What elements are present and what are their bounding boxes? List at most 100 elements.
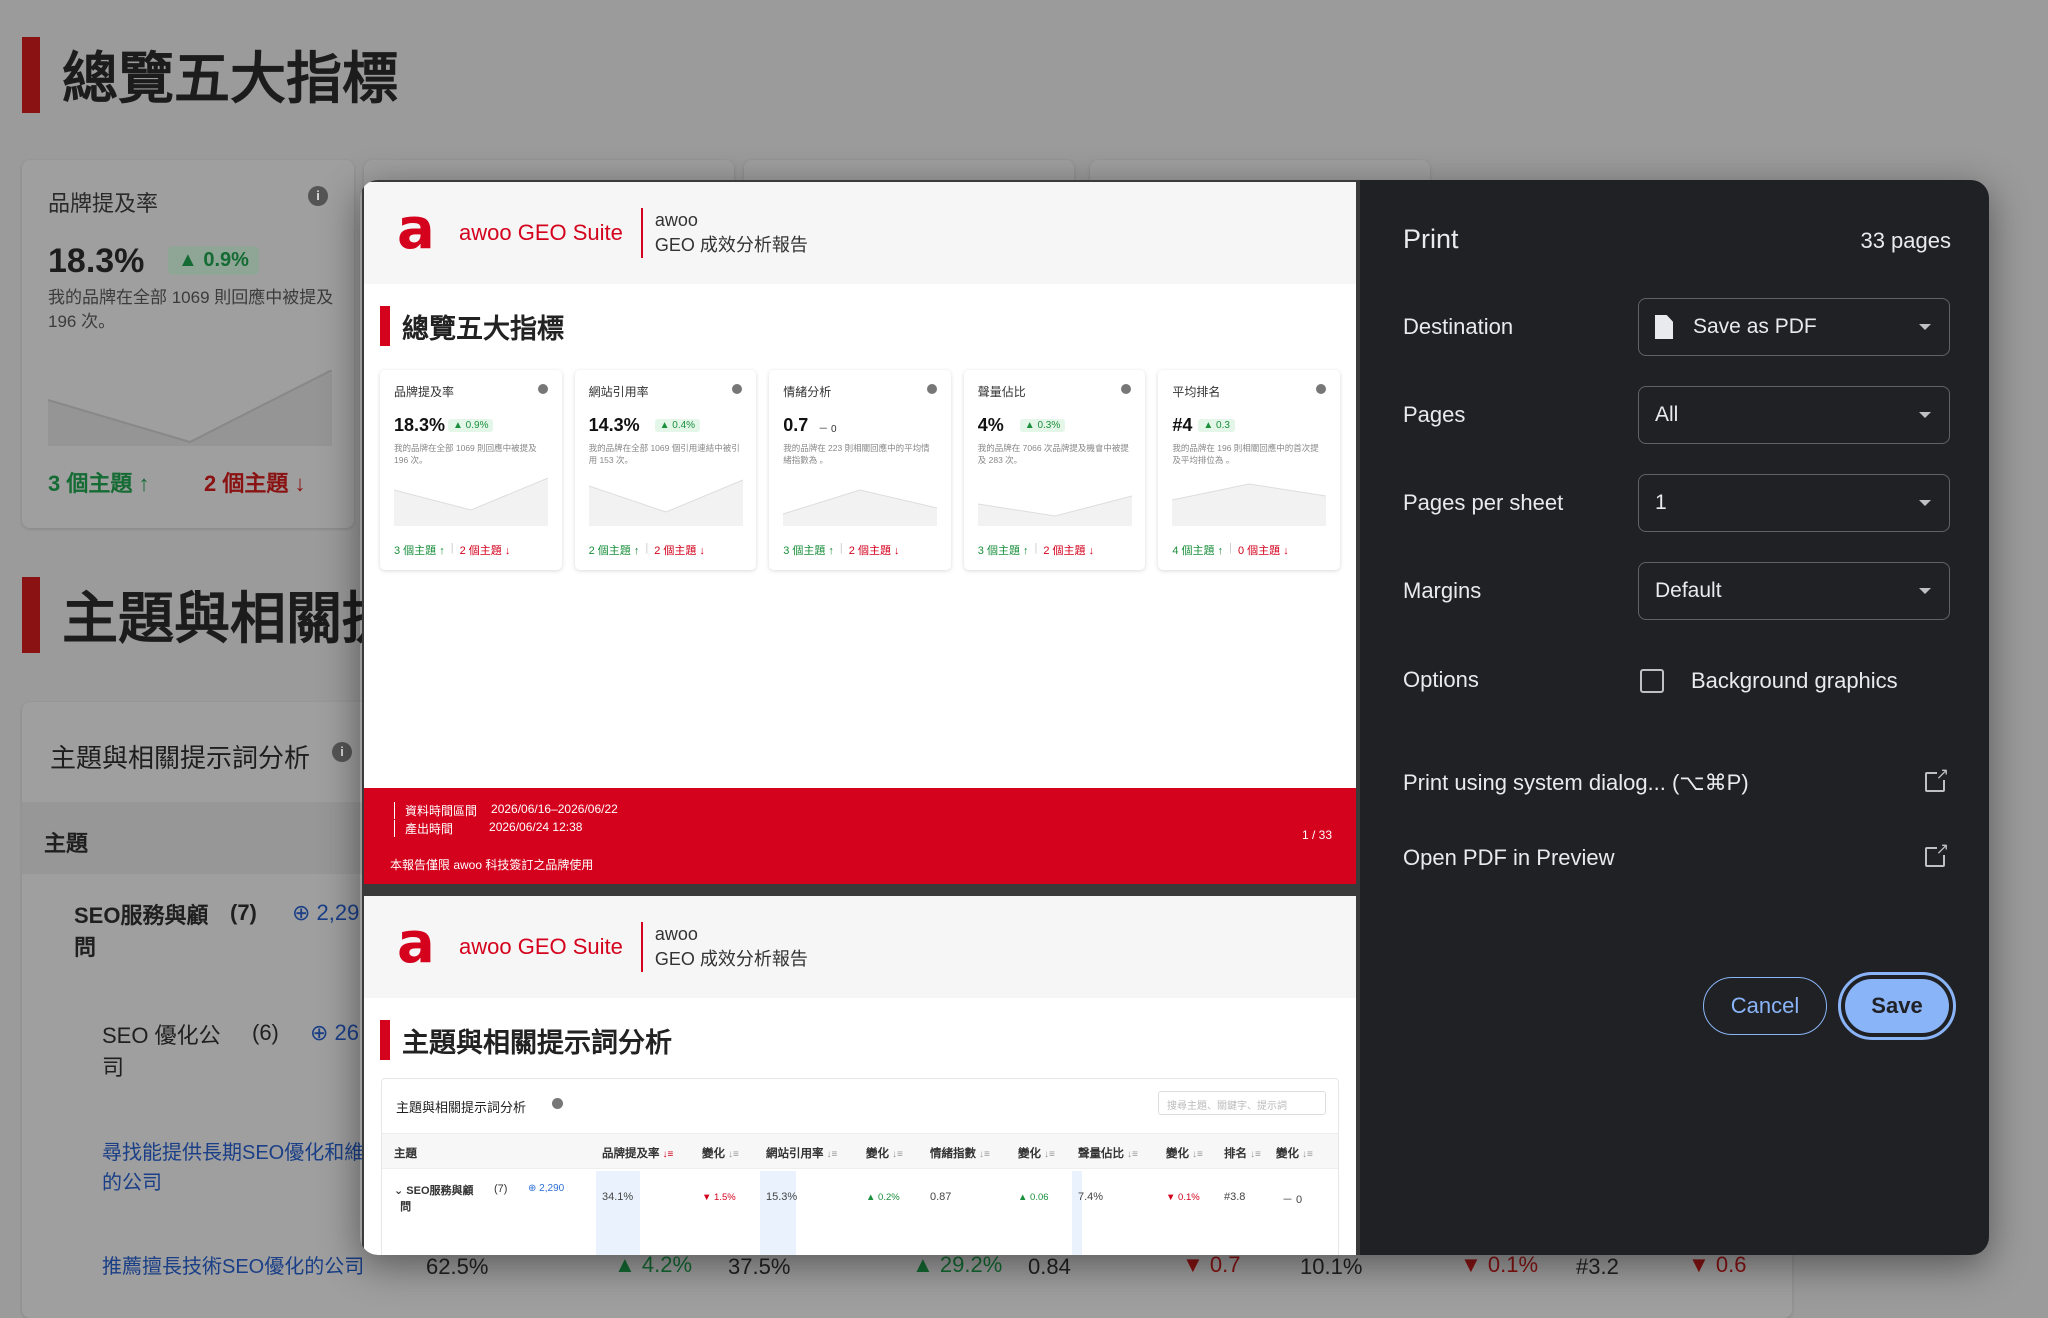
table-search-input: 搜尋主題、關鍵字、提示詞: [1158, 1091, 1326, 1115]
topic-count: (7): [494, 1183, 508, 1195]
topic-row-seo-services[interactable]: SEO服務與顧問: [74, 900, 208, 964]
print-dialog: a awoo GEO Suite awoo GEO 成效分析報告 總覽五大指標 …: [360, 180, 1989, 1255]
up-topics: 3 個主題 ↑: [783, 545, 834, 557]
prompt-link-2[interactable]: 推薦擅長技術SEO優化的公司: [102, 1252, 364, 1282]
cell-value: 37.5%: [728, 1254, 791, 1279]
section-title-overview: 總覽五大指標: [22, 34, 398, 115]
topic-count: (6): [252, 1020, 279, 1045]
table-cell: ▼ 1.5%: [702, 1192, 736, 1203]
page-number: 1 / 33: [1301, 828, 1332, 842]
column-header: 變化: [1276, 1148, 1299, 1160]
metric-change-badge: ▲ 0.9%: [168, 246, 259, 275]
cell-change: ▼ 0.6: [1688, 1252, 1747, 1277]
column-header: 變化: [702, 1148, 725, 1160]
cell-change: ▼ 0.1%: [1460, 1252, 1539, 1277]
metric-card-site-citation: 網站引用率 14.3% ▲ 0.4% 我的品牌在全部 1069 個引用連結中被引…: [574, 370, 757, 570]
cell-change: ▲ 29.2%: [912, 1252, 1003, 1277]
table-cell: 34.1%: [602, 1191, 634, 1203]
footer-range-label: 資料時間區間: [394, 802, 477, 819]
report-subtitle: awoo GEO 成效分析報告: [654, 210, 808, 255]
table-cell: ▲ 0.06: [1018, 1192, 1049, 1203]
down-topics: 2 個主題 ↓: [459, 545, 511, 557]
table-title: 主題與相關提示詞分析: [396, 1100, 527, 1115]
info-icon: [552, 1098, 563, 1109]
chevron-down-icon: [1919, 324, 1931, 330]
background-graphics-label[interactable]: Background graphics: [1691, 668, 1898, 694]
destination-label: Destination: [1403, 314, 1514, 339]
open-external-icon[interactable]: [1925, 764, 1949, 792]
column-header: 變化: [1018, 1148, 1041, 1160]
table-cell: 7.4%: [1078, 1191, 1104, 1203]
table-cell: 0.87: [930, 1191, 952, 1203]
column-header: 情緒指數: [930, 1148, 976, 1160]
page-count: 33 pages: [1860, 228, 1951, 253]
pages-per-sheet-value: 1: [1655, 491, 1667, 514]
report-header: a awoo GEO Suite awoo GEO 成效分析報告: [364, 896, 1356, 998]
table-cell: #3.8: [1224, 1191, 1246, 1203]
metric-value: 18.3%: [394, 415, 446, 435]
metric-cards: 品牌提及率 18.3% ▲ 0.9% 我的品牌在全部 1069 則回應中被提及 …: [380, 370, 1340, 570]
metric-up-topics[interactable]: 3 個主題 ↑: [48, 466, 149, 498]
topic-count: (7): [230, 900, 257, 925]
column-header: 排名: [1224, 1148, 1247, 1160]
metric-label: 網站引用率: [588, 385, 649, 399]
table-cell: ▼ 0.1%: [1166, 1192, 1200, 1203]
up-topics: 3 個主題 ↑: [977, 545, 1029, 557]
destination-select[interactable]: Save as PDF: [1638, 298, 1950, 356]
info-icon[interactable]: i: [332, 742, 352, 762]
page-title: 總覽五大指標: [380, 306, 1356, 346]
print-preview-pane[interactable]: a awoo GEO Suite awoo GEO 成效分析報告 總覽五大指標 …: [362, 180, 1360, 1255]
up-topics: 4 個主題 ↑: [1172, 545, 1224, 557]
report-subtitle: awoo GEO 成效分析報告: [654, 924, 808, 969]
print-settings-panel: Print 33 pages Destination Save as PDF P…: [1360, 180, 1989, 1255]
table-cell: ▲ 0.2%: [866, 1192, 900, 1203]
info-icon[interactable]: i: [308, 186, 328, 206]
metric-label: 平均排名: [1172, 385, 1221, 399]
save-button-label: Save: [1845, 979, 1949, 1033]
cell-change: ▼ 0.7: [1182, 1252, 1241, 1277]
column-header: 主題: [394, 1148, 417, 1160]
margins-select[interactable]: Default: [1638, 562, 1950, 620]
cell-value: 0.84: [1028, 1254, 1071, 1279]
options-label: Options: [1403, 667, 1479, 692]
metric-down-topics[interactable]: 2 個主題 ↓: [204, 466, 305, 498]
column-header: 變化: [1166, 1148, 1189, 1160]
pages-per-sheet-select[interactable]: 1: [1638, 474, 1950, 532]
down-topics: 2 個主題 ↓: [654, 545, 705, 557]
table-header: 主題 品牌提及率 ↓≡ 變化 ↓≡ 網站引用率 ↓≡ 變化 ↓≡ 情緒指數 ↓≡ 變化 ↓≡…: [382, 1133, 1338, 1169]
metric-change-badge: － 0: [818, 424, 837, 435]
pages-select[interactable]: All: [1638, 386, 1950, 444]
footer-range-value: 2026/06/16–2026/06/22: [491, 802, 618, 816]
column-header: 變化: [866, 1148, 889, 1160]
cancel-button[interactable]: Cancel: [1703, 977, 1827, 1035]
system-dialog-link[interactable]: Print using system dialog... (⌥⌘P): [1403, 770, 1749, 796]
topic-table-card: 主題與相關提示詞分析 搜尋主題、關鍵字、提示詞 主題 品牌提及率 ↓≡ 變化 ↓≡ …: [381, 1078, 1339, 1255]
metric-card-share-of-voice: 聲量佔比 4% ▲ 0.3% 我的品牌在 7066 次品牌提及機會中被提及 28…: [963, 370, 1146, 570]
metric-label: 品牌提及率: [48, 191, 159, 216]
table-cell: 15.3%: [766, 1191, 798, 1203]
print-title: Print: [1403, 224, 1459, 254]
metric-card: 品牌提及率 i 18.3% ▲ 0.9% 我的品牌在全部 1069 則回應中被提…: [22, 160, 354, 528]
metric-value: 0.7: [783, 415, 809, 435]
table-cell: － 0: [1282, 1194, 1303, 1206]
preview-page-2: a awoo GEO Suite awoo GEO 成效分析報告 主題與相關提示…: [364, 896, 1356, 1255]
info-icon: [537, 384, 548, 394]
metric-description: 我的品牌在全部 1069 則回應中被提及 196 次。: [48, 288, 334, 331]
open-external-icon[interactable]: [1925, 839, 1949, 867]
metric-card-average-rank: 平均排名 #4 ▲ 0.3 我的品牌在 196 則相關回應中的首次提及平均排位為…: [1158, 370, 1340, 570]
awoo-logo-icon: a: [397, 911, 435, 976]
open-pdf-preview-link[interactable]: Open PDF in Preview: [1403, 845, 1615, 871]
topic-row-seo-company[interactable]: SEO 優化公司: [102, 1020, 221, 1084]
metric-description: 我的品牌在全部 1069 則回應中被提及 196 次。: [394, 443, 537, 465]
background-graphics-checkbox[interactable]: [1640, 669, 1664, 693]
prompt-link-1[interactable]: 尋找能提供長期SEO優化和維 的公司: [102, 1138, 364, 1198]
info-icon: [1315, 384, 1326, 394]
document-icon: [1655, 315, 1673, 339]
report-footer: 資料時間區間 2026/06/16–2026/06/22 產出時間 2026/06/…: [364, 788, 1356, 884]
cell-value: #3.2: [1576, 1254, 1619, 1279]
column-topic-header: 主題: [44, 831, 89, 856]
up-topics: 3 個主題 ↑: [394, 545, 445, 557]
destination-value: Save as PDF: [1693, 315, 1817, 338]
cell-value: 62.5%: [426, 1254, 489, 1279]
save-button[interactable]: Save: [1838, 972, 1956, 1040]
